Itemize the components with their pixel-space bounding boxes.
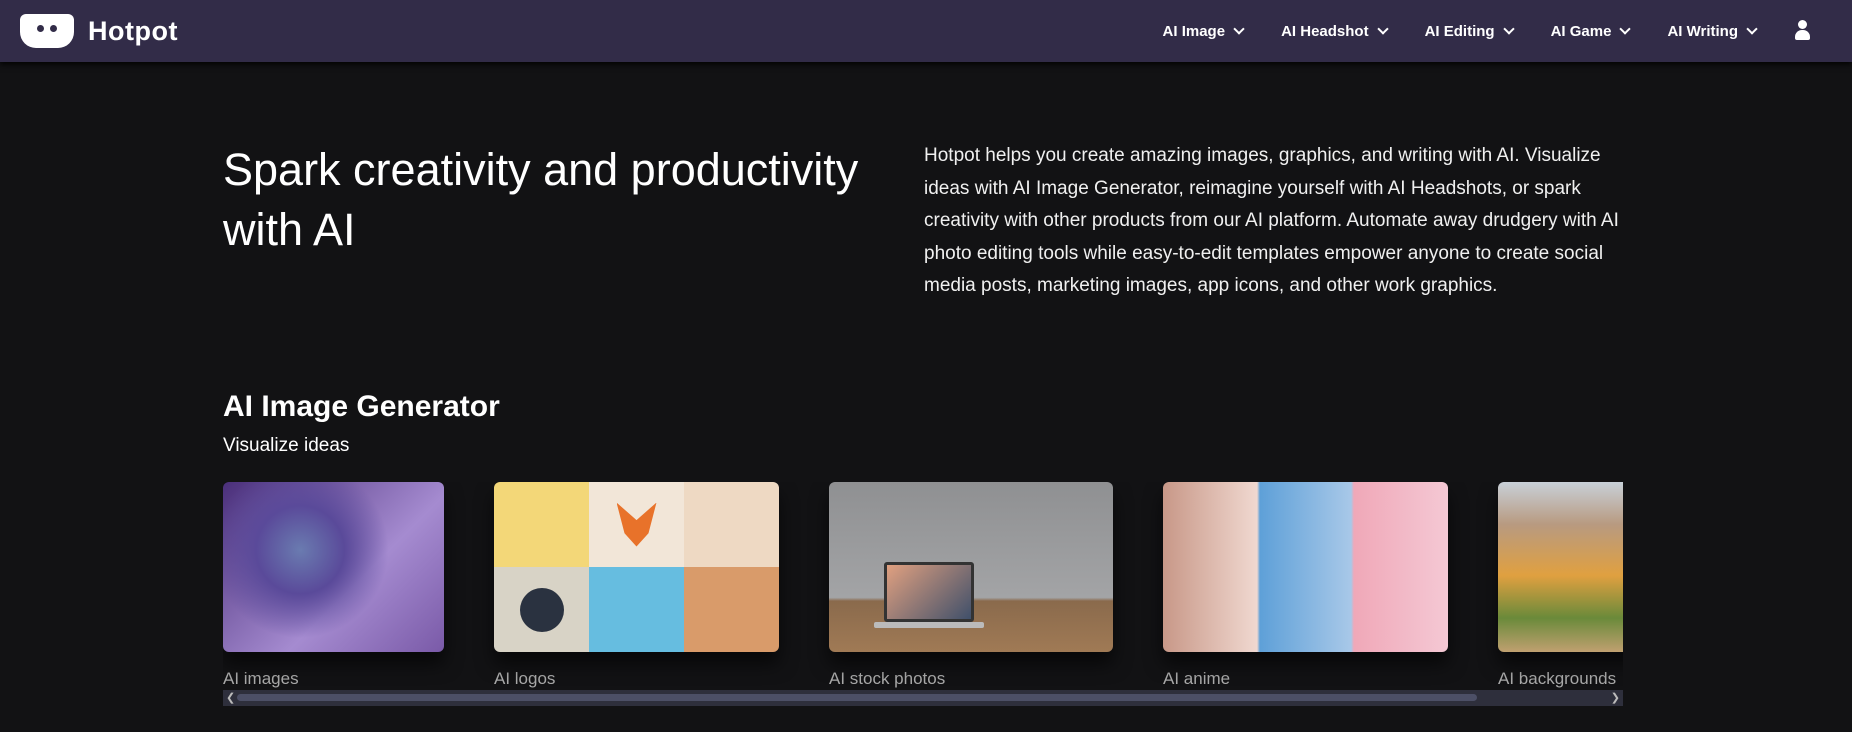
ai-images-thumbnail: [223, 482, 444, 652]
hotpot-logo-icon: [20, 14, 74, 48]
scroll-right-icon[interactable]: ❯: [1611, 691, 1620, 704]
chevron-down-icon: [1233, 23, 1245, 35]
hero-title: Spark creativity and productivity with A…: [223, 144, 859, 255]
brand-name: Hotpot: [88, 15, 178, 46]
chevron-down-icon: [1619, 23, 1632, 35]
nav-label: AI Headshot: [1281, 22, 1369, 40]
card-label: AI images: [223, 669, 299, 688]
brand-logo[interactable]: Hotpot: [20, 14, 178, 48]
ai-stock-photos-thumbnail: [829, 482, 1113, 652]
ai-logos-thumbnail: [494, 482, 779, 652]
top-navbar: Hotpot AI Image AI Headshot AI Editing A…: [0, 0, 1852, 62]
card-ai-backgrounds[interactable]: AI backgrounds: [1498, 482, 1623, 689]
chevron-down-icon: [1376, 23, 1389, 35]
nav-menu: AI Image AI Headshot AI Editing AI Game …: [1163, 20, 1810, 42]
nav-ai-game[interactable]: AI Game: [1550, 22, 1632, 40]
chevron-down-icon: [1502, 23, 1515, 35]
card-label: AI backgrounds: [1498, 669, 1617, 688]
hero-description: Hotpot helps you create amazing images, …: [924, 145, 1619, 296]
carousel-scrollbar[interactable]: ❮ ❯: [223, 690, 1623, 706]
card-ai-stock-photos[interactable]: AI stock photos: [829, 482, 1113, 689]
nav-ai-image[interactable]: AI Image: [1162, 22, 1245, 40]
ai-anime-thumbnail: [1163, 482, 1448, 652]
card-label: AI logos: [494, 669, 556, 688]
user-icon[interactable]: [1794, 20, 1810, 42]
scroll-left-icon[interactable]: ❮: [226, 691, 235, 704]
nav-label: AI Writing: [1667, 22, 1738, 40]
nav-label: AI Editing: [1424, 22, 1495, 40]
section-title: AI Image Generator: [223, 390, 500, 423]
nav-ai-editing[interactable]: AI Editing: [1424, 22, 1515, 40]
nav-label: AI Game: [1550, 22, 1612, 40]
card-ai-anime[interactable]: AI anime: [1163, 482, 1448, 689]
nav-ai-writing[interactable]: AI Writing: [1667, 22, 1758, 40]
ai-backgrounds-thumbnail: [1498, 482, 1623, 652]
scrollbar-thumb[interactable]: [237, 694, 1477, 701]
card-label: AI anime: [1163, 669, 1231, 688]
section-subtitle: Visualize ideas: [223, 435, 350, 456]
nav-ai-headshot[interactable]: AI Headshot: [1281, 22, 1389, 40]
chevron-down-icon: [1746, 23, 1758, 35]
image-carousel: AI images AI logos AI stock photos AI an…: [223, 482, 1623, 692]
card-ai-images[interactable]: AI images: [223, 482, 444, 689]
nav-label: AI Image: [1162, 22, 1226, 40]
card-ai-logos[interactable]: AI logos: [494, 482, 779, 689]
card-label: AI stock photos: [829, 669, 946, 688]
